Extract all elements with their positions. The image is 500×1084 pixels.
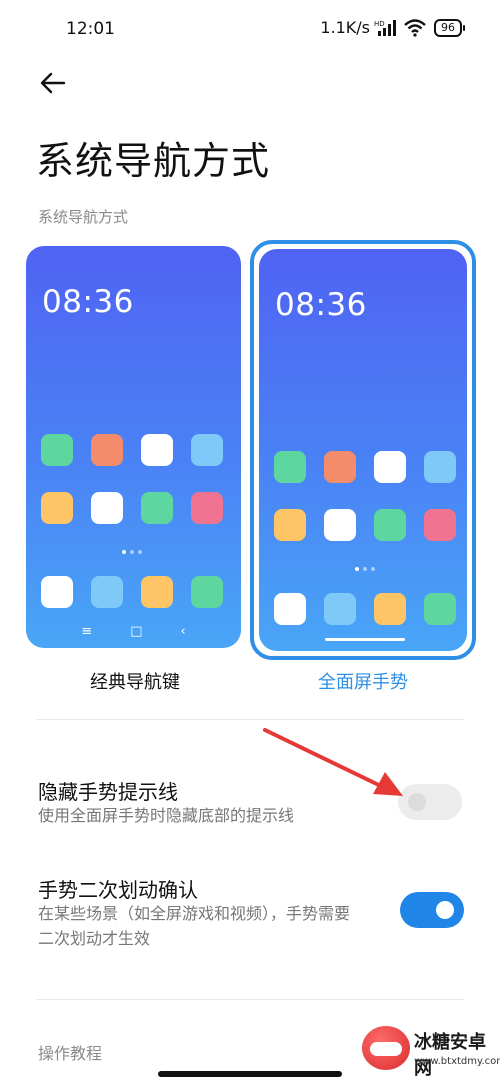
double-swipe-toggle[interactable] bbox=[400, 892, 464, 928]
section-label-navigation: 系统导航方式 bbox=[38, 208, 129, 226]
app-icon bbox=[91, 576, 123, 608]
status-bar: 12:01 1.1K/s HD 96 bbox=[0, 0, 500, 58]
app-icon bbox=[191, 576, 223, 608]
app-icon bbox=[141, 434, 173, 466]
app-icon bbox=[191, 434, 223, 466]
app-icon bbox=[424, 593, 456, 625]
svg-text:HD: HD bbox=[374, 20, 385, 28]
setting-title-double-swipe: 手势二次划动确认 bbox=[38, 878, 198, 902]
app-icon bbox=[374, 593, 406, 625]
net-speed: 1.1K/s bbox=[320, 18, 370, 37]
toggle-knob bbox=[436, 901, 454, 919]
app-icon bbox=[424, 451, 456, 483]
preview-time: 08:36 bbox=[275, 287, 367, 323]
app-icon bbox=[324, 509, 356, 541]
status-right: 1.1K/s HD 96 bbox=[320, 18, 465, 37]
app-icon bbox=[424, 509, 456, 541]
back-key-icon: ‹ bbox=[180, 624, 186, 639]
back-button[interactable] bbox=[34, 64, 74, 104]
wifi-icon bbox=[404, 18, 426, 37]
option-label-classic[interactable]: 经典导航键 bbox=[22, 668, 248, 694]
divider bbox=[36, 719, 464, 720]
home-indicator[interactable] bbox=[158, 1071, 342, 1077]
app-icon bbox=[274, 509, 306, 541]
gesture-preview: 08:36 bbox=[259, 249, 467, 651]
app-icon bbox=[191, 492, 223, 524]
app-icon bbox=[274, 593, 306, 625]
status-time: 12:01 bbox=[66, 19, 115, 39]
preview-time: 08:36 bbox=[42, 284, 134, 320]
dock bbox=[41, 576, 223, 608]
home-key-icon: □ bbox=[130, 624, 143, 639]
app-grid bbox=[274, 451, 456, 541]
page-dots bbox=[122, 550, 142, 554]
watermark-name: 冰糖安卓网 bbox=[414, 1032, 486, 1079]
option-classic-navigation[interactable]: 08:36 ≡ □ ‹ bbox=[22, 240, 248, 660]
app-icon bbox=[141, 576, 173, 608]
battery-icon: 96 bbox=[434, 18, 465, 37]
app-icon bbox=[41, 492, 73, 524]
app-icon bbox=[274, 451, 306, 483]
setting-desc-double-swipe-2: 二次划动才生效 bbox=[38, 929, 151, 948]
arrow-left-icon bbox=[40, 72, 66, 94]
app-icon bbox=[374, 451, 406, 483]
annotation-arrow-icon bbox=[263, 728, 403, 796]
app-icon bbox=[324, 451, 356, 483]
setting-desc-double-swipe-1: 在某些场景（如全屏游戏和视频），手势需要 bbox=[38, 904, 351, 923]
menu-key-icon: ≡ bbox=[81, 624, 93, 639]
app-icon bbox=[91, 434, 123, 466]
option-label-gesture[interactable]: 全面屏手势 bbox=[250, 668, 476, 694]
app-icon bbox=[41, 576, 73, 608]
watermark-logo-icon bbox=[362, 1026, 410, 1070]
watermark-url: www.btxtdmy.com bbox=[414, 1056, 500, 1067]
dock bbox=[274, 593, 456, 625]
setting-title-hide-hint: 隐藏手势提示线 bbox=[38, 780, 178, 804]
app-icon bbox=[324, 593, 356, 625]
hd-signal-icon: HD bbox=[374, 19, 396, 36]
page-dots bbox=[355, 567, 375, 571]
watermark: 冰糖安卓网 www.btxtdmy.com bbox=[362, 1022, 500, 1079]
option-gesture-navigation[interactable]: 08:36 bbox=[250, 240, 476, 660]
settings-page: 12:01 1.1K/s HD 96 系统导航方式 系统导航方式 08:36 ≡… bbox=[0, 0, 500, 1084]
app-icon bbox=[141, 492, 173, 524]
app-grid bbox=[41, 434, 223, 524]
app-icon bbox=[374, 509, 406, 541]
app-icon bbox=[91, 492, 123, 524]
classic-preview: 08:36 ≡ □ ‹ bbox=[26, 246, 241, 648]
divider bbox=[36, 999, 464, 1000]
page-title: 系统导航方式 bbox=[36, 139, 271, 183]
section-label-tutorial: 操作教程 bbox=[38, 1044, 103, 1063]
nav-keys: ≡ □ ‹ bbox=[26, 624, 241, 639]
gesture-line bbox=[325, 638, 405, 641]
app-icon bbox=[41, 434, 73, 466]
